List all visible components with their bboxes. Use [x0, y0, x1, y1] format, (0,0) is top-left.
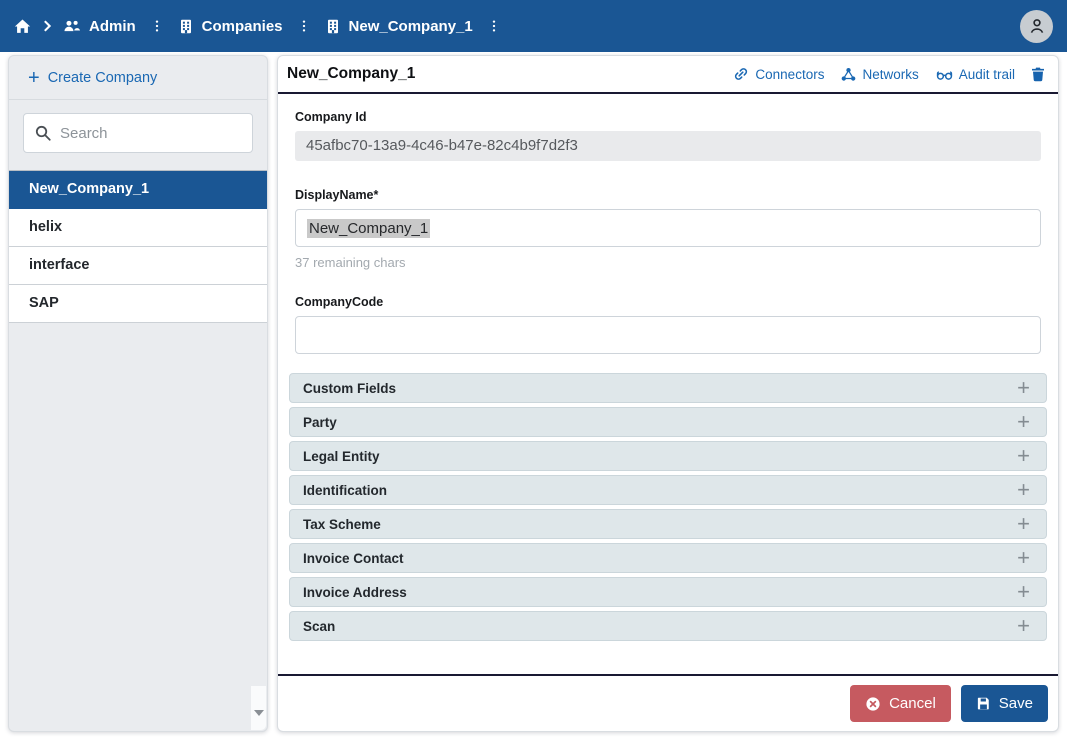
create-company-button[interactable]: + Create Company — [28, 70, 157, 86]
expand-plus-icon[interactable]: + — [1017, 480, 1030, 500]
company-code-label: CompanyCode — [295, 295, 1041, 309]
section-invoice-contact[interactable]: Invoice Contact + — [289, 543, 1047, 573]
section-identification[interactable]: Identification + — [289, 475, 1047, 505]
section-legal-entity[interactable]: Legal Entity + — [289, 441, 1047, 471]
section-invoice-address[interactable]: Invoice Address + — [289, 577, 1047, 607]
company-code-input[interactable] — [295, 316, 1041, 354]
section-label: Legal Entity — [303, 449, 1017, 464]
cancel-button[interactable]: Cancel — [850, 685, 951, 722]
section-label: Invoice Contact — [303, 551, 1017, 566]
accordion-sections: Custom Fields + Party + Legal Entity + I… — [289, 373, 1047, 645]
company-id-field: 45afbc70-13a9-4c46-b47e-82c4b9f7d2f3 — [295, 131, 1041, 161]
expand-plus-icon[interactable]: + — [1017, 514, 1030, 534]
search-icon — [34, 124, 52, 142]
expand-plus-icon[interactable]: + — [1017, 616, 1030, 636]
section-label: Identification — [303, 483, 1017, 498]
expand-plus-icon[interactable]: + — [1017, 412, 1030, 432]
section-tax-scheme[interactable]: Tax Scheme + — [289, 509, 1047, 539]
section-label: Party — [303, 415, 1017, 430]
breadcrumb-label: Companies — [202, 18, 283, 35]
save-floppy-icon — [976, 696, 991, 711]
company-item-interface[interactable]: interface — [9, 247, 267, 285]
link-icon — [733, 66, 749, 82]
expand-plus-icon[interactable]: + — [1017, 548, 1030, 568]
section-label: Custom Fields — [303, 381, 1017, 396]
avatar[interactable] — [1020, 10, 1053, 43]
kebab-menu-icon[interactable] — [150, 17, 164, 35]
section-label: Scan — [303, 619, 1017, 634]
section-scan[interactable]: Scan + — [289, 611, 1047, 641]
page-title: New_Company_1 — [287, 65, 415, 83]
audit-trail-link[interactable]: Audit trail — [936, 66, 1015, 83]
company-id-label: Company Id — [295, 110, 1041, 124]
connectors-label: Connectors — [755, 67, 824, 82]
main-header: New_Company_1 Connectors Networks Audit … — [278, 56, 1058, 94]
connectors-link[interactable]: Connectors — [733, 66, 824, 82]
plus-icon: + — [28, 71, 40, 85]
search-box — [23, 113, 253, 153]
save-button[interactable]: Save — [961, 685, 1048, 722]
expand-plus-icon[interactable]: + — [1017, 446, 1030, 466]
chevron-right-icon — [40, 19, 54, 33]
display-name-label: DisplayName* — [295, 188, 1041, 202]
expand-plus-icon[interactable]: + — [1017, 378, 1030, 398]
breadcrumb-admin[interactable]: Admin — [63, 17, 136, 35]
company-list: New_Company_1 helix interface SAP — [9, 170, 267, 323]
create-company-row: + Create Company — [9, 56, 267, 100]
cancel-label: Cancel — [889, 695, 936, 712]
company-item-helix[interactable]: helix — [9, 209, 267, 247]
trash-icon[interactable] — [1030, 66, 1046, 82]
audit-trail-label: Audit trail — [959, 67, 1015, 82]
section-party[interactable]: Party + — [289, 407, 1047, 437]
company-item-sap[interactable]: SAP — [9, 285, 267, 323]
company-item-new-company-1[interactable]: New_Company_1 — [9, 171, 267, 209]
glasses-icon — [936, 66, 953, 83]
company-form: Company Id 45afbc70-13a9-4c46-b47e-82c4b… — [278, 94, 1058, 674]
section-label: Invoice Address — [303, 585, 1017, 600]
main-panel: New_Company_1 Connectors Networks Audit … — [277, 55, 1059, 732]
sidebar-scrollbar[interactable] — [251, 686, 266, 730]
remaining-chars-hint: 37 remaining chars — [295, 255, 1041, 270]
section-label: Tax Scheme — [303, 517, 1017, 532]
save-label: Save — [999, 695, 1033, 712]
form-footer: Cancel Save — [278, 674, 1058, 731]
expand-plus-icon[interactable]: + — [1017, 582, 1030, 602]
topbar: Admin Companies New_Company_1 — [0, 0, 1067, 52]
person-icon — [1027, 16, 1047, 36]
kebab-menu-icon[interactable] — [297, 17, 311, 35]
users-icon — [63, 17, 81, 35]
search-input[interactable] — [23, 113, 253, 153]
home-icon[interactable] — [14, 18, 31, 35]
networks-link[interactable]: Networks — [841, 67, 918, 82]
x-circle-icon — [865, 696, 881, 712]
building-icon — [178, 18, 194, 35]
sidebar: + Create Company New_Company_1 helix int… — [8, 55, 268, 732]
scroll-down-icon[interactable] — [254, 710, 264, 716]
display-name-value: New_Company_1 — [307, 219, 430, 238]
breadcrumb-label: Admin — [89, 18, 136, 35]
building-icon — [325, 18, 341, 35]
kebab-menu-icon[interactable] — [487, 17, 501, 35]
breadcrumb-companies[interactable]: Companies — [178, 18, 283, 35]
section-custom-fields[interactable]: Custom Fields + — [289, 373, 1047, 403]
breadcrumb-new-company[interactable]: New_Company_1 — [325, 18, 473, 35]
create-company-label: Create Company — [48, 70, 158, 86]
network-icon — [841, 67, 856, 82]
display-name-input[interactable]: New_Company_1 — [295, 209, 1041, 247]
breadcrumb-label: New_Company_1 — [349, 18, 473, 35]
networks-label: Networks — [862, 67, 918, 82]
